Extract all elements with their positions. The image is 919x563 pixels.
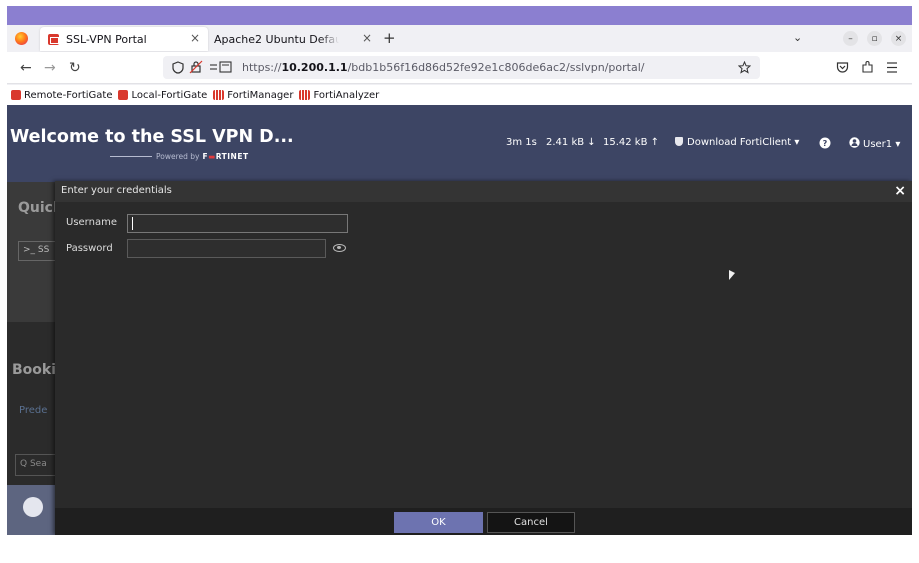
tab-label: SSL-VPN Portal	[66, 32, 147, 46]
star-icon[interactable]	[738, 61, 751, 74]
lock-warning-icon[interactable]	[189, 60, 203, 74]
svg-text:?: ?	[823, 139, 828, 148]
forward-button[interactable]: →	[44, 60, 56, 76]
dialog-title-bar: Enter your credentials ×	[55, 181, 912, 202]
close-icon[interactable]: ×	[894, 183, 906, 199]
fortigate-icon	[11, 90, 21, 100]
reload-button[interactable]: ↻	[69, 60, 81, 76]
quick-connection-heading: Quicl	[18, 200, 58, 216]
username-label: Username	[66, 217, 117, 228]
user-menu[interactable]: User1 ▾	[849, 137, 900, 150]
fortinet-icon	[213, 90, 225, 100]
pocket-icon[interactable]	[836, 61, 849, 74]
ok-button[interactable]: OK	[394, 512, 483, 533]
globe-icon	[23, 497, 43, 517]
help-icon[interactable]: ?	[819, 137, 831, 149]
bookmark-tile[interactable]	[7, 485, 57, 535]
nav-bar: ← → ↻ https://10.200.1.1/bdb1b56f16d86d5…	[7, 52, 912, 84]
text-caret	[132, 217, 133, 230]
restore-button[interactable]: ▫	[867, 31, 882, 46]
page-content: Welcome to the SSL VPN D... Powered by F…	[7, 105, 912, 535]
tab-bar: SSL-VPN Portal × Apache2 Ubuntu Default …	[7, 25, 912, 52]
eye-icon[interactable]	[333, 244, 346, 252]
fortinet-logo: F▬RTINET	[202, 152, 249, 161]
download-forticlient-button[interactable]: Download FortiClient ▾	[675, 137, 799, 148]
password-input[interactable]	[127, 239, 326, 258]
divider	[110, 156, 152, 157]
bookmark-remote-fortigate[interactable]: Remote-FortiGate	[11, 90, 112, 101]
dialog-footer: OK Cancel	[55, 508, 912, 535]
minimize-button[interactable]: –	[843, 31, 858, 46]
mouse-cursor	[729, 270, 735, 280]
username-input[interactable]	[127, 214, 348, 233]
menu-icon[interactable]	[886, 62, 898, 73]
cancel-button[interactable]: Cancel	[487, 512, 575, 533]
shield-icon	[675, 137, 683, 146]
tab-ssl-vpn-portal[interactable]: SSL-VPN Portal ×	[40, 27, 208, 51]
bookmark-search-input[interactable]: Q Sea	[15, 454, 57, 476]
bookmarks-bar: Remote-FortiGate Local-FortiGate FortiMa…	[7, 85, 912, 105]
firefox-icon[interactable]	[15, 32, 28, 45]
close-icon[interactable]: ×	[190, 31, 200, 45]
page-title: Welcome to the SSL VPN D...	[10, 127, 294, 147]
extensions-icon[interactable]	[861, 60, 874, 74]
password-label: Password	[66, 243, 113, 254]
fortigate-icon	[118, 90, 129, 100]
powered-by: Powered by F▬RTINET	[110, 152, 249, 161]
new-tab-button[interactable]: +	[383, 29, 396, 47]
bytes-sent: 15.42 kB ↑	[603, 137, 660, 148]
user-icon	[849, 137, 860, 148]
tab-apache-default[interactable]: Apache2 Ubuntu Default Page ×	[210, 27, 380, 51]
window-close-button[interactable]: ×	[891, 31, 906, 46]
bookmark-fortianalyzer[interactable]: FortiAnalyzer	[299, 90, 379, 101]
bookmarks-heading: Booki	[12, 362, 57, 378]
bytes-received: 2.41 kB ↓	[546, 137, 596, 148]
fortinet-icon	[299, 90, 311, 100]
session-duration: 3m 1s	[506, 137, 537, 148]
credentials-dialog: Enter your credentials × Username Passwo…	[55, 181, 912, 535]
tab-label: Apache2 Ubuntu Default Page	[214, 32, 339, 46]
portal-header: Welcome to the SSL VPN D... Powered by F…	[7, 105, 912, 182]
back-button[interactable]: ←	[20, 60, 32, 76]
url-bar[interactable]: https://10.200.1.1/bdb1b56f16d86d52fe92e…	[163, 56, 760, 79]
permissions-icon[interactable]	[209, 61, 233, 74]
browser-window: SSL-VPN Portal × Apache2 Ubuntu Default …	[7, 25, 912, 535]
close-icon[interactable]: ×	[362, 31, 372, 45]
bookmark-fortimanager[interactable]: FortiManager	[213, 90, 293, 101]
url-text[interactable]: https://10.200.1.1/bdb1b56f16d86d52fe92e…	[242, 61, 644, 74]
bookmark-local-fortigate[interactable]: Local-FortiGate	[118, 90, 207, 101]
chevron-down-icon[interactable]: ⌄	[793, 31, 802, 44]
desktop-top-strip	[7, 6, 912, 25]
dialog-title: Enter your credentials	[61, 185, 172, 196]
fortigate-icon	[48, 33, 59, 45]
ssh-connection-chip[interactable]: >_ SS	[18, 241, 58, 261]
tab-predefined[interactable]: Prede	[19, 405, 47, 416]
shield-icon[interactable]	[172, 61, 184, 74]
